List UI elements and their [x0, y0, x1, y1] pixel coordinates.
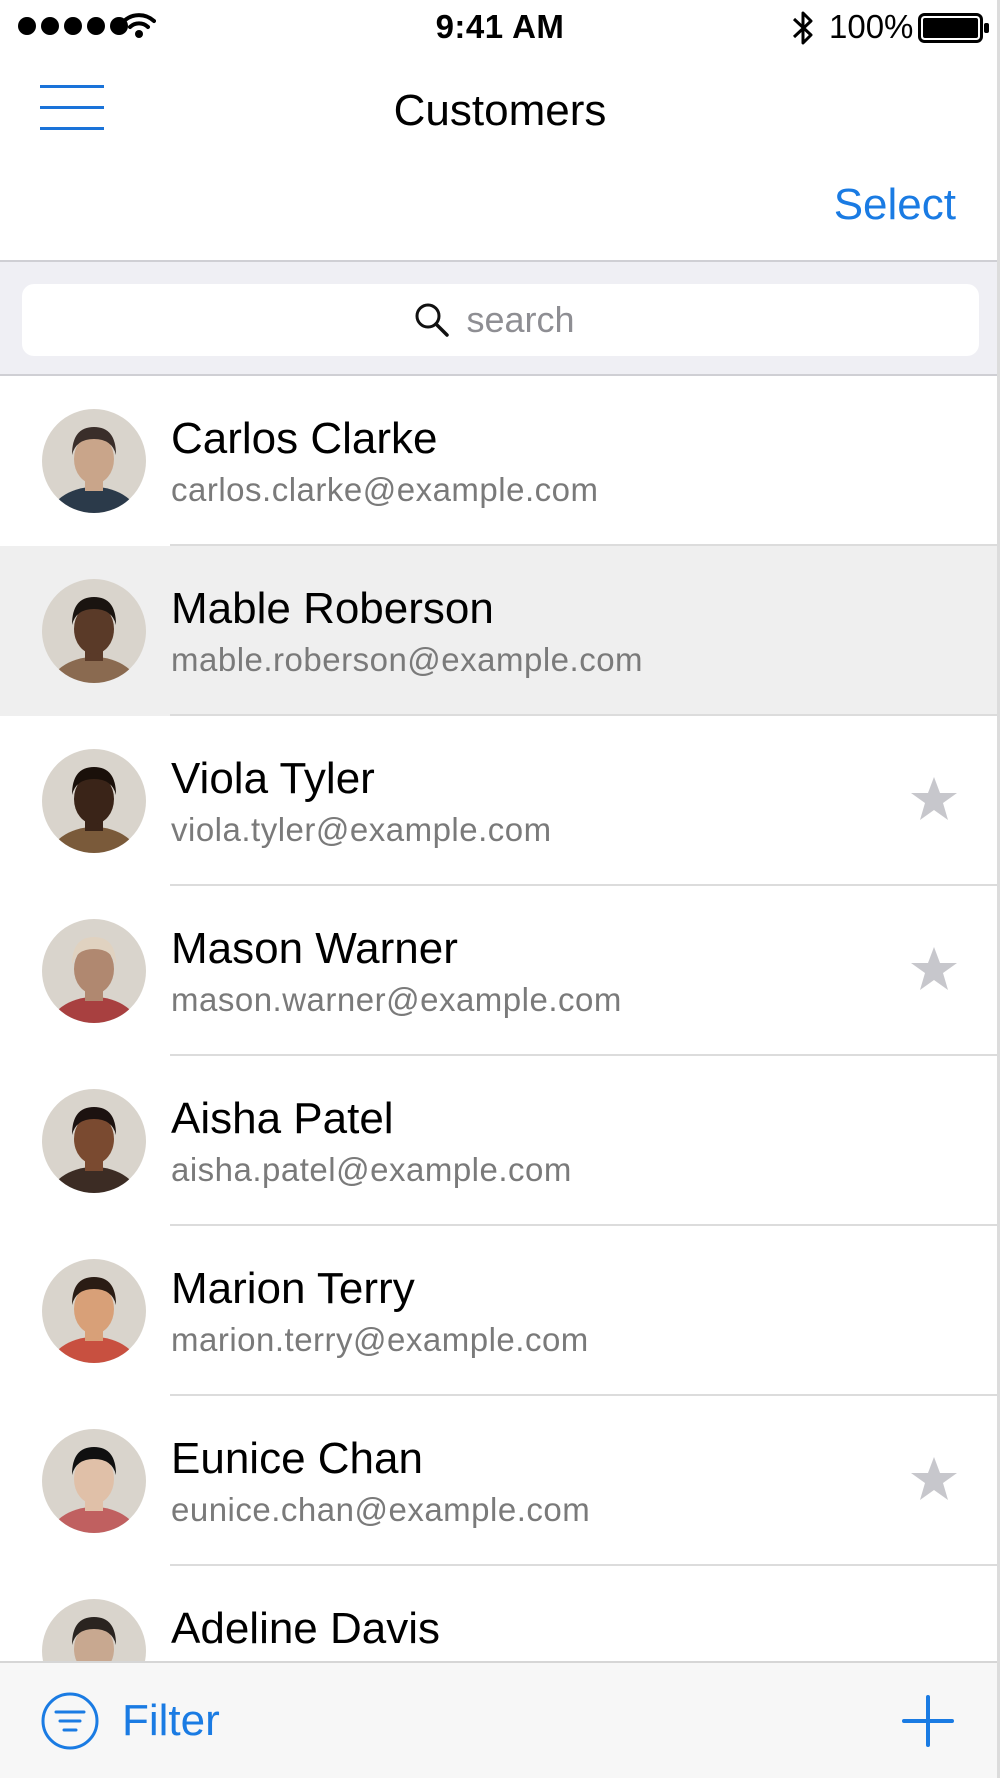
- customer-name: Mason Warner: [171, 924, 458, 973]
- star-icon[interactable]: [909, 944, 959, 994]
- customer-email: viola.tyler@example.com: [171, 811, 552, 848]
- customer-row[interactable]: Marion Terry marion.terry@example.com: [0, 1226, 997, 1396]
- avatar: [42, 1429, 146, 1533]
- customers-panel: 9:41 AM 100% Customers Select Carlos Cla…: [0, 0, 1000, 1778]
- search-input[interactable]: [464, 298, 589, 342]
- avatar: [42, 749, 146, 853]
- search-icon: [415, 303, 449, 337]
- customer-row[interactable]: Mable Roberson mable.roberson@example.com: [0, 546, 997, 716]
- customer-list: Carlos Clarke carlos.clarke@example.com Ma…: [0, 376, 997, 1736]
- add-icon[interactable]: [902, 1695, 954, 1747]
- status-bar: 9:41 AM 100%: [0, 0, 997, 56]
- customer-email: mable.roberson@example.com: [171, 641, 644, 678]
- customer-name: Viola Tyler: [171, 754, 375, 803]
- customer-row[interactable]: Eunice Chan eunice.chan@example.com: [0, 1396, 997, 1566]
- avatar: [42, 409, 146, 513]
- filter-icon: [41, 1692, 99, 1750]
- app-screen: 9:41 AM 100% Customers Select Carlos Cla…: [0, 0, 1000, 1778]
- customer-name: Aisha Patel: [171, 1094, 394, 1143]
- filter-label: Filter: [122, 1696, 220, 1745]
- avatar: [42, 1089, 146, 1193]
- customer-name: Carlos Clarke: [171, 414, 438, 463]
- bottom-toolbar: Filter: [0, 1661, 997, 1778]
- customer-name: Marion Terry: [171, 1264, 415, 1313]
- customer-email: carlos.clarke@example.com: [171, 471, 599, 508]
- battery-percent: 100%: [829, 8, 914, 45]
- avatar: [42, 579, 146, 683]
- customer-row[interactable]: Carlos Clarke carlos.clarke@example.com: [0, 376, 997, 546]
- customer-name: Adeline Davis: [171, 1604, 441, 1653]
- avatar: [42, 919, 146, 1023]
- customer-row[interactable]: Aisha Patel aisha.patel@example.com: [0, 1056, 997, 1226]
- customer-email: aisha.patel@example.com: [171, 1151, 572, 1188]
- customer-email: eunice.chan@example.com: [171, 1491, 591, 1528]
- bluetooth-icon: [792, 11, 813, 45]
- select-button[interactable]: Select: [834, 180, 956, 230]
- search-box[interactable]: [22, 284, 979, 356]
- avatar: [42, 1259, 146, 1363]
- star-icon[interactable]: [909, 774, 959, 824]
- customer-email: marion.terry@example.com: [171, 1321, 589, 1358]
- customer-row[interactable]: Mason Warner mason.warner@example.com: [0, 886, 997, 1056]
- filter-button[interactable]: Filter: [40, 1691, 220, 1751]
- customer-email: mason.warner@example.com: [171, 981, 622, 1018]
- battery-icon: [918, 13, 989, 43]
- customer-name: Eunice Chan: [171, 1434, 423, 1483]
- page-title: Customers: [393, 86, 607, 135]
- search-bar-region: [0, 260, 997, 376]
- customer-row[interactable]: Viola Tyler viola.tyler@example.com: [0, 716, 997, 886]
- customer-name: Mable Roberson: [171, 584, 494, 633]
- star-icon[interactable]: [909, 1454, 959, 1504]
